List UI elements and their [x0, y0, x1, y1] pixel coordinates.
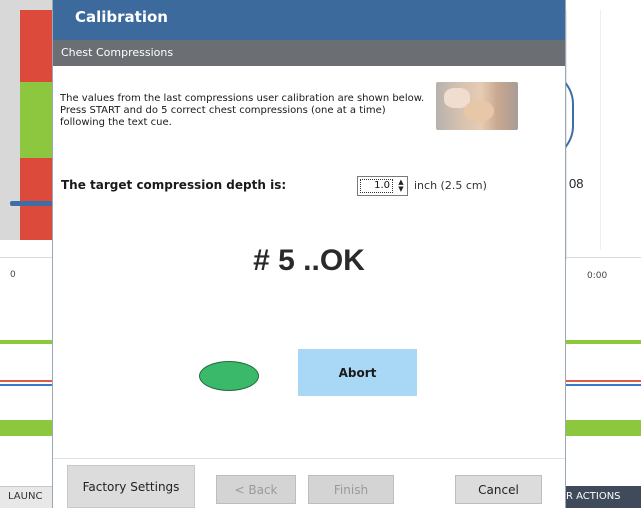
background-green-line-right [566, 340, 641, 344]
dialog-titlebar[interactable]: Calibration [53, 0, 565, 40]
background-tick-zero: 0 [10, 270, 16, 280]
instructions-text: The values from the last compressions us… [60, 93, 425, 128]
background-green-zone [20, 82, 52, 158]
background-launch-label: LAUNC [8, 491, 43, 502]
background-launch-button[interactable]: LAUNC [0, 486, 52, 508]
background-readout: 08 [569, 176, 584, 191]
background-actions-label: R ACTIONS [566, 491, 621, 502]
background-blue-line [0, 384, 52, 386]
back-button[interactable]: < Back [216, 475, 296, 504]
background-blue-line-right [566, 384, 641, 386]
dialog-section-header: Chest Compressions [53, 40, 565, 66]
cancel-button[interactable]: Cancel [455, 475, 542, 504]
abort-button[interactable]: Abort [298, 349, 417, 396]
factory-settings-button[interactable]: Factory Settings [67, 465, 195, 508]
background-red-zone-lower [20, 158, 52, 240]
background-red-line-right [566, 380, 641, 382]
target-depth-label: The target compression depth is: [61, 178, 287, 192]
status-indicator-light [199, 361, 259, 391]
background-green-bar [0, 420, 52, 436]
background-red-line [0, 380, 52, 382]
dialog-title: Calibration [75, 8, 168, 26]
cpr-photo-hands [464, 100, 494, 122]
background-red-zone [20, 10, 52, 82]
background-tick-time: 0:00 [587, 271, 608, 281]
calibration-dialog: Calibration Chest Compressions The value… [52, 0, 566, 508]
background-depth-marker [10, 201, 52, 206]
background-green-bar-right [566, 420, 641, 436]
cpr-photo [436, 82, 518, 130]
finish-button[interactable]: Finish [308, 475, 394, 504]
depth-value[interactable]: 1.0 [360, 179, 393, 193]
compression-status: # 5 ..OK [253, 244, 365, 277]
background-divider [600, 10, 601, 250]
dialog-section-title: Chest Compressions [61, 46, 174, 59]
footer-divider [53, 458, 565, 459]
background-green-line [0, 340, 52, 344]
background-right-panel [566, 10, 641, 260]
stepper-arrows-icon[interactable]: ▲ ▼ [396, 179, 406, 194]
depth-unit-label: inch (2.5 cm) [414, 179, 487, 192]
background-actions-button[interactable]: R ACTIONS [566, 486, 641, 508]
depth-stepper[interactable]: 1.0 ▲ ▼ [357, 176, 408, 196]
